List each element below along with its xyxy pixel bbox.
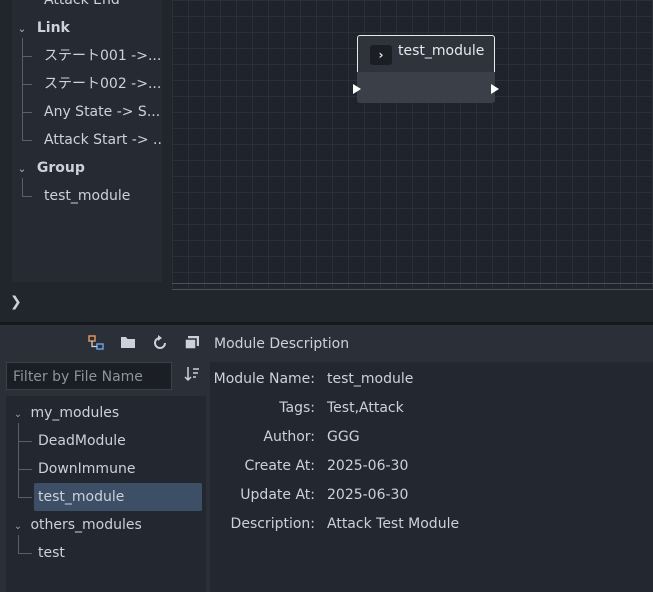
file-label: DownImmune: [38, 461, 136, 477]
tree-guide-line: [18, 441, 32, 442]
tree-guide-line: [22, 178, 23, 196]
copy-icon[interactable]: [182, 335, 202, 355]
outline-category-link[interactable]: ⌄ Link: [16, 14, 70, 42]
outline-link-item[interactable]: Attack Start -> ...: [44, 126, 162, 154]
folder-label: my_modules: [30, 405, 120, 421]
filter-input[interactable]: Filter by File Name: [6, 362, 172, 390]
input-port-icon[interactable]: [353, 84, 361, 94]
outline-item-attack-end[interactable]: Attack End: [44, 0, 120, 14]
outline-item-label: Attack Start -> ...: [44, 132, 162, 148]
create-at-value: 2025-06-30: [327, 458, 409, 474]
author-label: Author:: [263, 429, 315, 445]
expand-toggle-icon[interactable]: ❯: [10, 294, 22, 310]
tags-value: Test,Attack: [327, 400, 404, 416]
folder-label: others_modules: [30, 517, 142, 533]
tree-guide-line: [22, 112, 32, 113]
module-description-title: Module Description: [214, 336, 350, 352]
module-description-panel: Module Name: test_module Tags: Test,Atta…: [210, 362, 653, 592]
tree-guide-line: [22, 38, 23, 140]
outline-tree: Attack End ⌄ Link ステート001 ->... ステート002 …: [12, 0, 162, 282]
author-value: GGG: [327, 429, 360, 445]
file-item-test-module[interactable]: test_module: [34, 483, 202, 511]
hierarchy-icon[interactable]: [86, 335, 106, 355]
file-tree: ⌄ my_modules DeadModule DownImmune test_…: [6, 396, 206, 592]
tree-guide-line: [22, 140, 32, 141]
outline-link-item[interactable]: ステート002 ->...: [44, 70, 161, 98]
file-item-deadmodule[interactable]: DeadModule: [38, 427, 126, 455]
update-at-value: 2025-06-30: [327, 487, 409, 503]
tree-guide-line: [18, 423, 19, 497]
description-value: Attack Test Module: [327, 516, 460, 532]
tree-guide-line: [18, 553, 32, 554]
node-body: [357, 72, 495, 103]
folder-icon[interactable]: [118, 335, 138, 355]
tree-guide-line: [18, 535, 19, 553]
create-at-label: Create At:: [244, 458, 315, 474]
category-label: Group: [36, 160, 85, 176]
category-label: Link: [36, 20, 70, 36]
chevron-right-icon[interactable]: ›: [370, 45, 392, 65]
file-item-downimmune[interactable]: DownImmune: [38, 455, 135, 483]
folder-my-modules[interactable]: ⌄ my_modules: [12, 399, 119, 427]
outline-item-label: ステート002 ->...: [44, 76, 162, 92]
outline-item-label: ステート001 ->...: [44, 48, 162, 64]
outline-link-item[interactable]: Any State -> S...: [44, 98, 160, 126]
outline-group-item[interactable]: test_module: [44, 182, 130, 210]
file-label: DeadModule: [38, 433, 126, 449]
module-name-value: test_module: [327, 371, 414, 387]
outline-link-item[interactable]: ステート001 ->...: [44, 42, 161, 70]
outline-item-label: test_module: [44, 188, 131, 204]
tags-label: Tags:: [279, 400, 315, 416]
graph-node[interactable]: › test_module: [353, 35, 499, 103]
update-at-label: Update At:: [240, 487, 315, 503]
module-name-label: Module Name:: [213, 371, 315, 387]
reload-icon[interactable]: [150, 335, 170, 355]
outline-category-group[interactable]: ⌄ Group: [16, 154, 85, 182]
file-label: test_module: [38, 489, 125, 505]
folder-others-modules[interactable]: ⌄ others_modules: [12, 511, 142, 539]
node-title: test_module: [398, 43, 485, 59]
node-header[interactable]: › test_module: [357, 35, 495, 72]
description-label: Description:: [230, 516, 315, 532]
outline-item-label: Any State -> S...: [44, 104, 161, 120]
tree-guide-line: [22, 84, 32, 85]
file-label: test: [38, 545, 65, 561]
file-item-test[interactable]: test: [38, 539, 65, 567]
tree-guide-line: [22, 56, 32, 57]
tree-guide-line: [22, 196, 32, 197]
sort-icon[interactable]: [182, 366, 202, 386]
graph-scrollbar[interactable]: [172, 283, 653, 290]
tree-guide-line: [18, 497, 32, 498]
outline-item-label: Attack End: [44, 0, 120, 8]
tree-guide-line: [18, 469, 32, 470]
output-port-icon[interactable]: [491, 84, 499, 94]
